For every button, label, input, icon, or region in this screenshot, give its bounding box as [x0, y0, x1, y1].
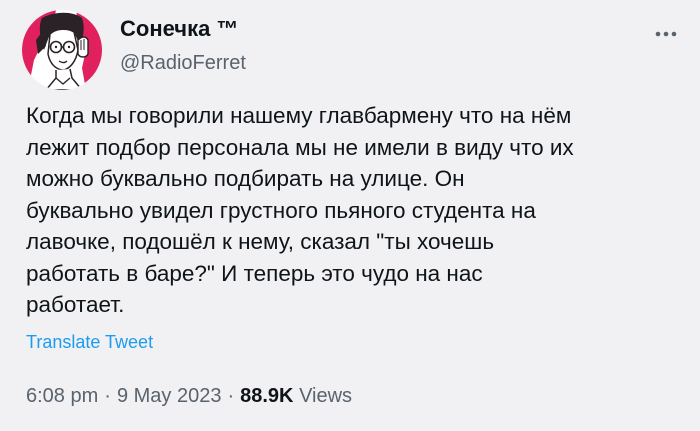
- tweet-meta: 6:08 pm · 9 May 2023 · 88.9K Views: [26, 383, 352, 409]
- tweet-text: Когда мы говорили нашему главбармену что…: [26, 103, 574, 317]
- author-info: Сонечка ™ @RadioFerret: [120, 16, 246, 76]
- user-handle[interactable]: @RadioFerret: [120, 50, 246, 76]
- tweet-date[interactable]: 9 May 2023: [117, 385, 222, 407]
- translate-tweet-link[interactable]: Translate Tweet: [26, 331, 153, 353]
- meta-separator: ·: [227, 385, 235, 407]
- tweet-time[interactable]: 6:08 pm: [26, 385, 98, 407]
- display-name[interactable]: Сонечка ™: [120, 16, 246, 42]
- views-label: Views: [299, 385, 353, 407]
- tweet-card: Сонечка ™ @RadioFerret Когда мы говорили…: [0, 0, 700, 431]
- avatar-illustration-icon: [22, 10, 102, 90]
- more-options-button[interactable]: [650, 24, 682, 44]
- avatar[interactable]: [22, 10, 102, 90]
- meta-separator: ·: [104, 385, 111, 407]
- views-count[interactable]: 88.9K: [240, 385, 293, 407]
- tweet-header: Сонечка ™ @RadioFerret: [22, 10, 682, 90]
- ellipsis-icon: [655, 31, 677, 37]
